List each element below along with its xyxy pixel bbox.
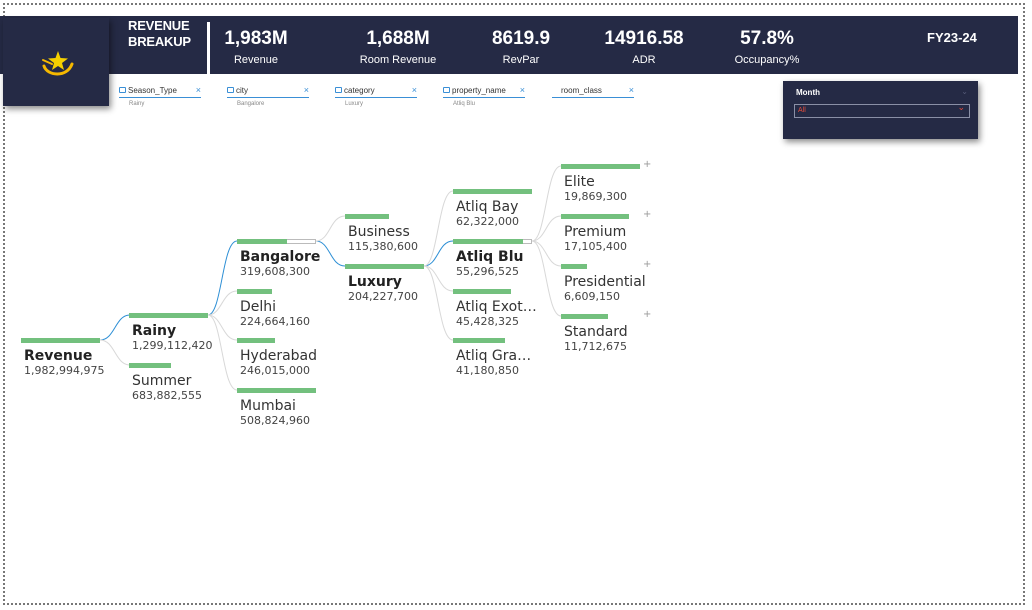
node-value: 17,105,400 [564,240,627,253]
node-value: 19,869,300 [564,190,627,203]
node-label: Standard [564,324,628,340]
node-label: Business [348,224,410,240]
node-bar [345,214,389,219]
node-bar [129,363,171,368]
node-value: 204,227,700 [348,290,418,303]
expand-plus-icon[interactable]: + [643,259,651,270]
node-label: Presidential [564,274,646,290]
node-bar [237,388,316,393]
node-label: Atliq Bay [456,199,519,215]
node-bar [561,164,640,169]
node-value: 55,296,525 [456,265,519,278]
node-bar [453,338,505,343]
node-label: Hyderabad [240,348,317,364]
node-bar [21,338,100,343]
node-value: 62,322,000 [456,215,519,228]
node-value: 41,180,850 [456,364,519,377]
shooting-star-logo-icon [42,51,74,76]
node-value: 45,428,325 [456,315,519,328]
node-bar [237,338,275,343]
node-label: Mumbai [240,398,296,414]
node-bar [237,239,287,244]
logo-tile [3,18,109,106]
node-label: Atliq Exot… [456,299,537,315]
node-value: 1,299,112,420 [132,339,213,352]
node-bar [561,314,608,319]
node-bar [561,264,587,269]
node-label: Delhi [240,299,277,315]
expand-plus-icon[interactable]: + [643,309,651,320]
node-value: 6,609,150 [564,290,620,303]
node-bar [237,289,272,294]
node-label: Rainy [132,323,177,339]
node-bar [453,189,532,194]
node-value: 508,824,960 [240,414,310,427]
node-label: Bangalore [240,249,321,265]
expand-plus-icon[interactable]: + [643,159,651,170]
node-label: Atliq Gra… [456,348,532,364]
node-value: 246,015,000 [240,364,310,377]
node-value: 11,712,675 [564,340,627,353]
expand-plus-icon[interactable]: + [643,209,651,220]
node-label: Luxury [348,274,402,290]
node-value: 1,982,994,975 [24,364,105,377]
node-value: 319,608,300 [240,265,310,278]
node-value: 115,380,600 [348,240,418,253]
node-bar [453,239,523,244]
node-bar [561,214,629,219]
node-value: 683,882,555 [132,389,202,402]
node-bar [345,264,424,269]
node-bar [453,289,511,294]
node-label: Atliq Blu [456,249,524,265]
node-label: Premium [564,224,627,240]
node-value: 224,664,160 [240,315,310,328]
node-label: Elite [564,174,595,190]
node-label: Summer [132,373,192,389]
node-bar [129,313,208,318]
node-label: Revenue [24,348,93,364]
